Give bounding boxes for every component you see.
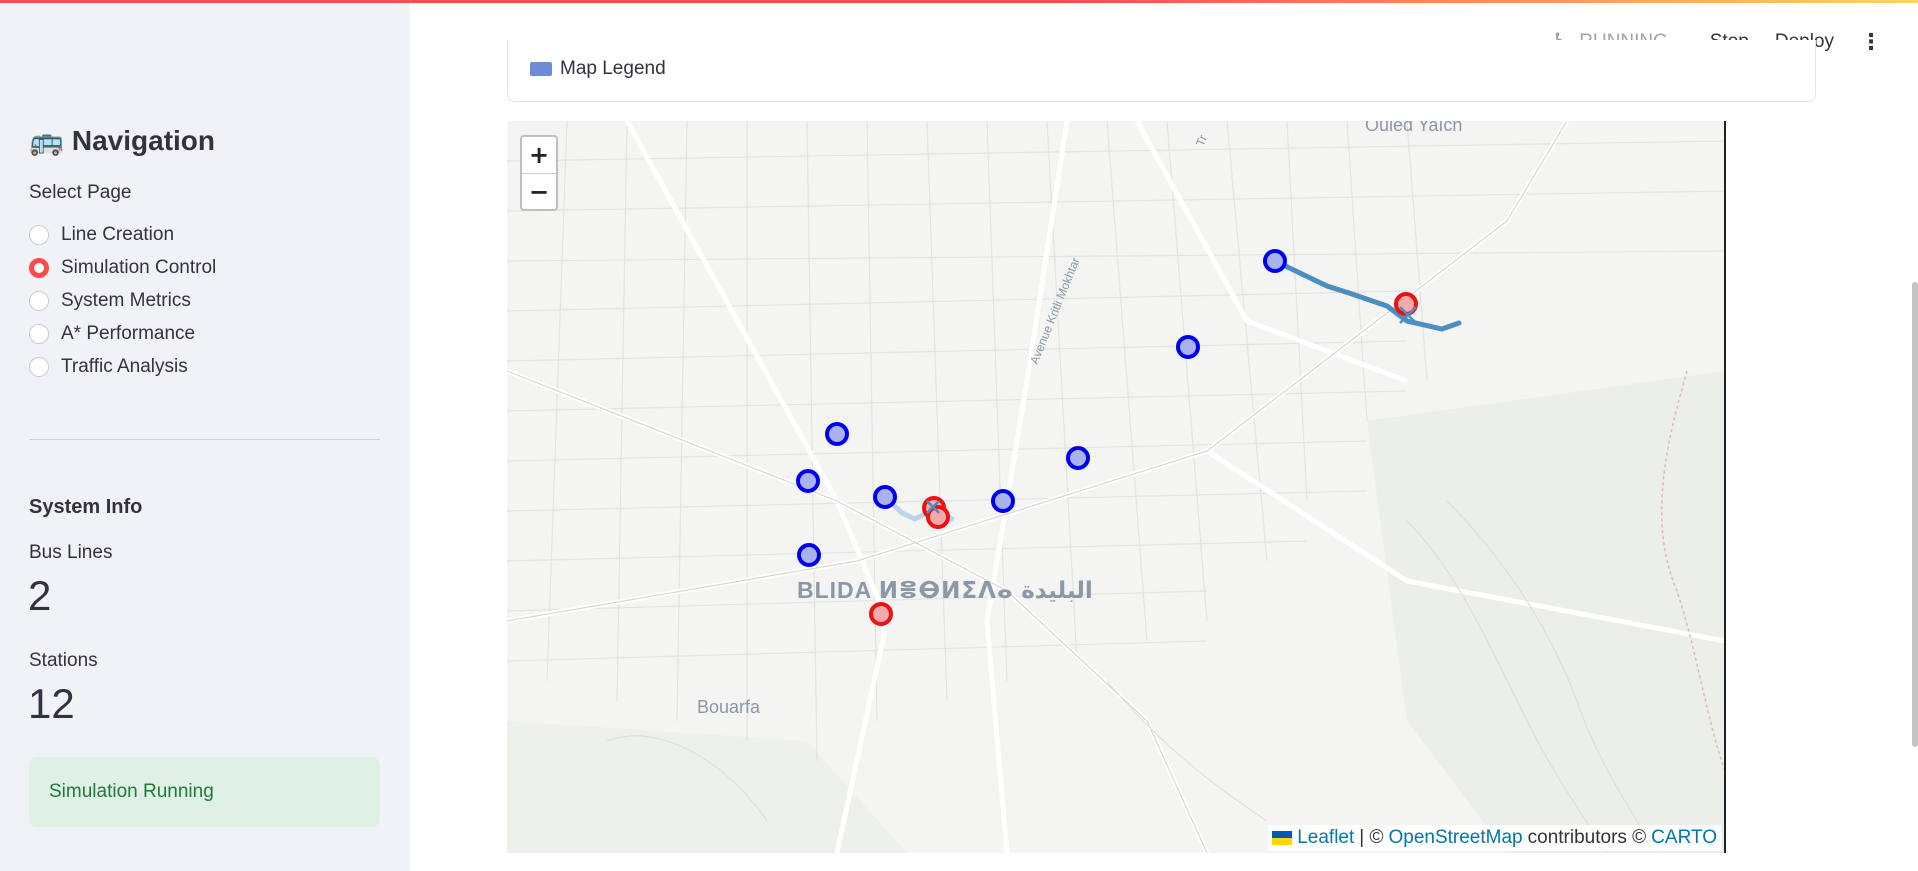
district-label: Ouled Yaïch <box>1365 121 1463 135</box>
station-marker <box>1066 446 1090 470</box>
attribution-contributors: contributors © <box>1527 827 1647 848</box>
leaflet-link[interactable]: Leaflet <box>1297 827 1354 849</box>
page-scrollbar[interactable] <box>1912 282 1918 747</box>
zoom-in-button[interactable]: + <box>522 137 556 173</box>
radio-button[interactable] <box>29 356 49 377</box>
station-marker <box>797 543 821 567</box>
leaflet-map[interactable]: BLIDA ⵍⴻⴱⵍⵉⴷⴰ البليدة Bouarfa Ouled Yaïc… <box>507 121 1725 853</box>
map-attribution: Leaflet | © OpenStreetMap contributors ©… <box>1268 825 1721 851</box>
radio-button[interactable] <box>29 224 49 245</box>
map-legend-header[interactable]: Map Legend <box>530 58 666 80</box>
map-tiles <box>507 121 1725 853</box>
radio-label: System Metrics <box>61 289 191 311</box>
navigation-title: 🚌 Navigation <box>29 124 215 157</box>
top-decoration-bar <box>0 0 1918 3</box>
station-marker <box>825 422 849 446</box>
bus-route-1 <box>1272 258 1462 332</box>
radio-astar-performance[interactable]: A* Performance <box>29 317 216 350</box>
radio-label: Line Creation <box>61 223 175 245</box>
district-label: Bouarfa <box>697 697 761 717</box>
map-right-border <box>1724 121 1726 853</box>
carto-link[interactable]: CARTO <box>1651 827 1717 849</box>
radio-label: Traffic Analysis <box>61 355 188 377</box>
sidebar: 🚌 Navigation Select Page Line Creation S… <box>0 0 410 871</box>
radio-system-metrics[interactable]: System Metrics <box>29 284 216 317</box>
radio-button-selected[interactable] <box>29 257 49 278</box>
map-legend-label: Map Legend <box>560 58 666 79</box>
bus-marker <box>869 602 893 626</box>
zoom-out-button[interactable]: − <box>522 173 556 209</box>
radio-label: A* Performance <box>61 322 196 344</box>
map-legend-expander[interactable]: Map Legend <box>507 40 1816 102</box>
radio-button[interactable] <box>29 323 49 344</box>
ukraine-flag-icon <box>1272 831 1293 845</box>
page-radio-group: Line Creation Simulation Control System … <box>29 218 216 383</box>
select-page-label: Select Page <box>29 182 132 203</box>
radio-traffic-analysis[interactable]: Traffic Analysis <box>29 350 216 383</box>
stations <box>796 249 1418 626</box>
navigation-title-text: Navigation <box>71 124 216 156</box>
simulation-status-text: Simulation Running <box>49 781 214 802</box>
stations-value: 12 <box>28 680 75 727</box>
station-marker <box>991 489 1015 513</box>
sidebar-divider <box>29 439 380 440</box>
attribution-separator: | © <box>1359 827 1384 848</box>
kebab-menu-icon[interactable]: ⋮ <box>1860 30 1882 55</box>
simulation-status-box: Simulation Running <box>29 757 380 827</box>
station-marker <box>796 469 820 493</box>
system-info-title: System Info <box>29 496 143 518</box>
station-marker <box>1176 335 1200 359</box>
station-marker <box>873 485 897 509</box>
bus-icon: 🚌 <box>29 124 64 157</box>
stations-label: Stations <box>29 650 98 671</box>
radio-simulation-control[interactable]: Simulation Control <box>29 251 216 284</box>
park-area <box>1367 371 1725 853</box>
station-marker <box>1263 249 1287 273</box>
radio-label: Simulation Control <box>61 256 217 278</box>
openstreetmap-link[interactable]: OpenStreetMap <box>1388 827 1522 849</box>
city-label: BLIDA ⵍⴻⴱⵍⵉⴷⴰ البليدة <box>797 577 1093 603</box>
map-icon <box>530 62 552 76</box>
radio-line-creation[interactable]: Line Creation <box>29 218 216 251</box>
zoom-control: + − <box>520 135 558 211</box>
park-area <box>507 721 907 853</box>
radio-button[interactable] <box>29 290 49 311</box>
bus-lines-label: Bus Lines <box>29 542 113 563</box>
bus-lines-value: 2 <box>28 572 52 619</box>
